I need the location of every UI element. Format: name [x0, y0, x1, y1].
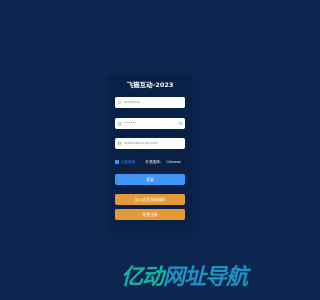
register-button[interactable]: 免费注册 [115, 209, 185, 220]
eye-icon[interactable] [178, 121, 183, 126]
password-field[interactable]: •••••• [115, 118, 185, 129]
username-value: abdyeng [124, 100, 140, 104]
lock-icon [117, 121, 122, 126]
url-field[interactable]: www.abdyeng.com [115, 138, 185, 149]
options-row: 记住密码 外语选择： Chinese [115, 159, 187, 165]
join-member-button[interactable]: 加入会员领取福利 [115, 194, 185, 205]
remember-checkbox[interactable] [115, 160, 119, 164]
url-value: www.abdyeng.com [124, 141, 159, 145]
username-field[interactable]: abdyeng [115, 97, 185, 108]
watermark-part1: 亿动 [121, 265, 164, 290]
page-title: 飞猫互动-2023 [126, 81, 174, 89]
watermark-logo: 亿动 网址导航 [121, 264, 300, 292]
login-button[interactable]: 登录 [115, 174, 185, 185]
user-icon [117, 100, 122, 105]
remember-label[interactable]: 记住密码 [121, 160, 135, 165]
language-select[interactable]: Chinese [166, 160, 180, 164]
globe-icon [117, 141, 122, 146]
language-label: 外语选择： [145, 159, 164, 164]
watermark-part2: 网址导航 [163, 265, 248, 290]
login-panel: 飞猫互动-2023 abdyeng •••••• www.abdyeng.com… [107, 75, 193, 233]
password-value: •••••• [124, 121, 137, 125]
